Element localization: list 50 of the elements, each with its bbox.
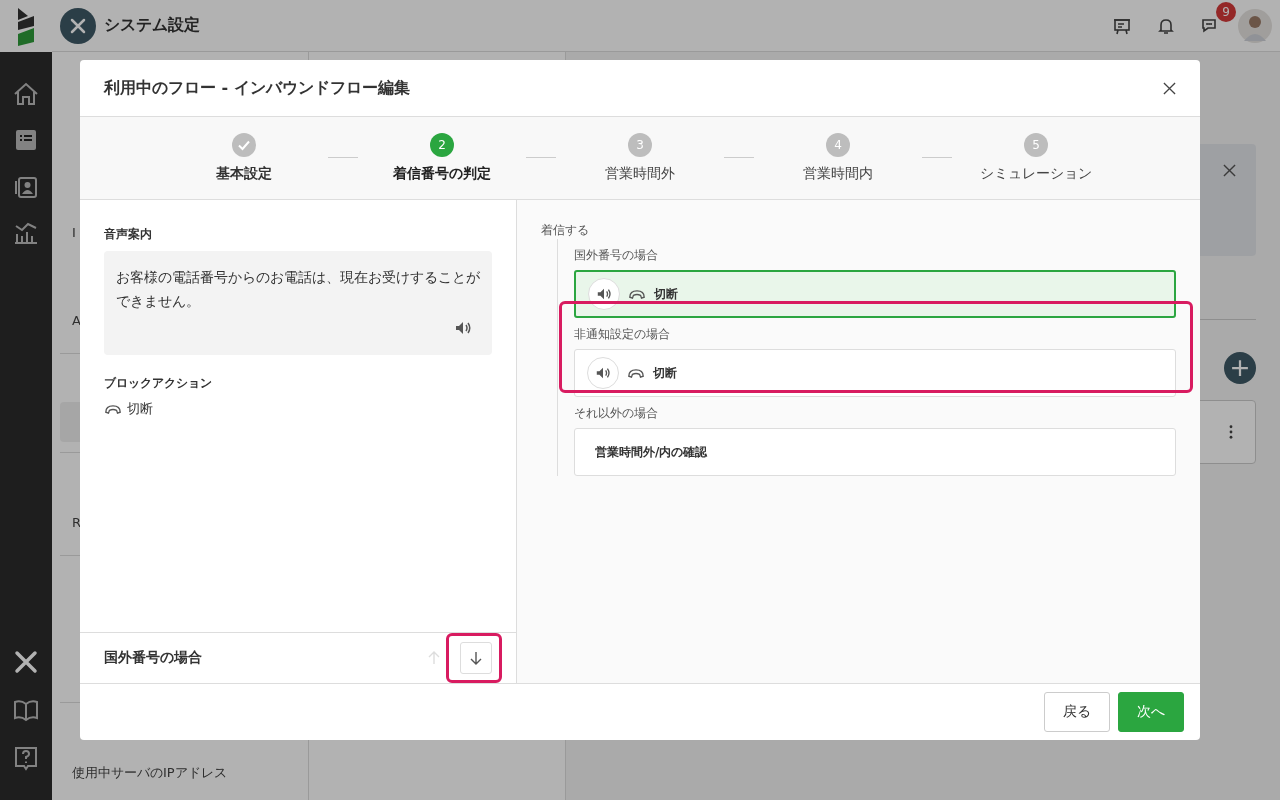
back-button[interactable]: 戻る (1044, 692, 1110, 732)
hang-up-icon (627, 367, 645, 379)
close-icon[interactable] (1223, 164, 1236, 177)
add-button[interactable] (1224, 352, 1256, 384)
close-icon[interactable] (1163, 81, 1176, 95)
voice-message: お客様の電話番号からのお電話は、現在お受けすることができません。 (116, 268, 480, 311)
branch-label: 国外番号の場合 (574, 247, 659, 264)
app-title: システム設定 (104, 15, 200, 36)
home-icon[interactable] (12, 80, 40, 108)
sidebar-item[interactable]: 使用中サーバのIPアドレス (72, 765, 227, 780)
logo-icon[interactable] (0, 0, 52, 52)
avatar[interactable] (1238, 8, 1272, 43)
sidebar-item[interactable]: I (72, 225, 76, 240)
arrow-down-icon (469, 651, 483, 665)
branch-label: それ以外の場合 (574, 405, 659, 422)
step-label[interactable]: 着信番号の判定 (393, 165, 491, 183)
hang-up-icon (628, 288, 646, 300)
step-number: 5 (1024, 133, 1048, 157)
sidebar-item[interactable]: R (72, 515, 82, 530)
step-number: 2 (430, 133, 454, 157)
speaker-icon[interactable] (587, 357, 619, 389)
branch-card[interactable]: 切断 (574, 270, 1176, 318)
action-text: 切断 (653, 364, 677, 382)
highlight-frame (446, 633, 502, 683)
action-text: 切断 (654, 285, 678, 303)
move-down-button[interactable] (460, 642, 492, 674)
field-label: 音声案内 (104, 226, 153, 243)
step-label[interactable]: 営業時間内 (803, 165, 873, 183)
step-number: 3 (628, 133, 652, 157)
field-label: ブロックアクション (104, 375, 213, 392)
branch-card[interactable]: 営業時間外/内の確認 (574, 428, 1176, 476)
step-label[interactable]: 営業時間外 (605, 165, 675, 183)
action-text: 切断 (127, 400, 153, 418)
dialog-title: 利用中のフロー - インバウンドフロー編集 (104, 77, 410, 99)
speaker-icon[interactable] (588, 278, 620, 310)
plus-icon (1231, 359, 1249, 377)
help-icon[interactable] (12, 744, 40, 772)
branch-label: 非通知設定の場合 (574, 326, 671, 343)
next-step-text: 営業時間外/内の確認 (594, 443, 708, 461)
branch-card[interactable]: 切断 (574, 349, 1176, 397)
step-label[interactable]: 基本設定 (216, 165, 272, 183)
notification-badge: 9 (1216, 1, 1236, 22)
step-label[interactable]: シミュレーション (980, 165, 1092, 183)
branch-title: 国外番号の場合 (104, 649, 202, 667)
more-icon[interactable] (1229, 425, 1233, 439)
step-number: 4 (826, 133, 850, 157)
flow-root-label: 着信する (541, 222, 590, 239)
hang-up-icon (104, 403, 122, 415)
sidebar-item[interactable]: A (72, 313, 81, 328)
arrow-up-icon (427, 651, 441, 665)
